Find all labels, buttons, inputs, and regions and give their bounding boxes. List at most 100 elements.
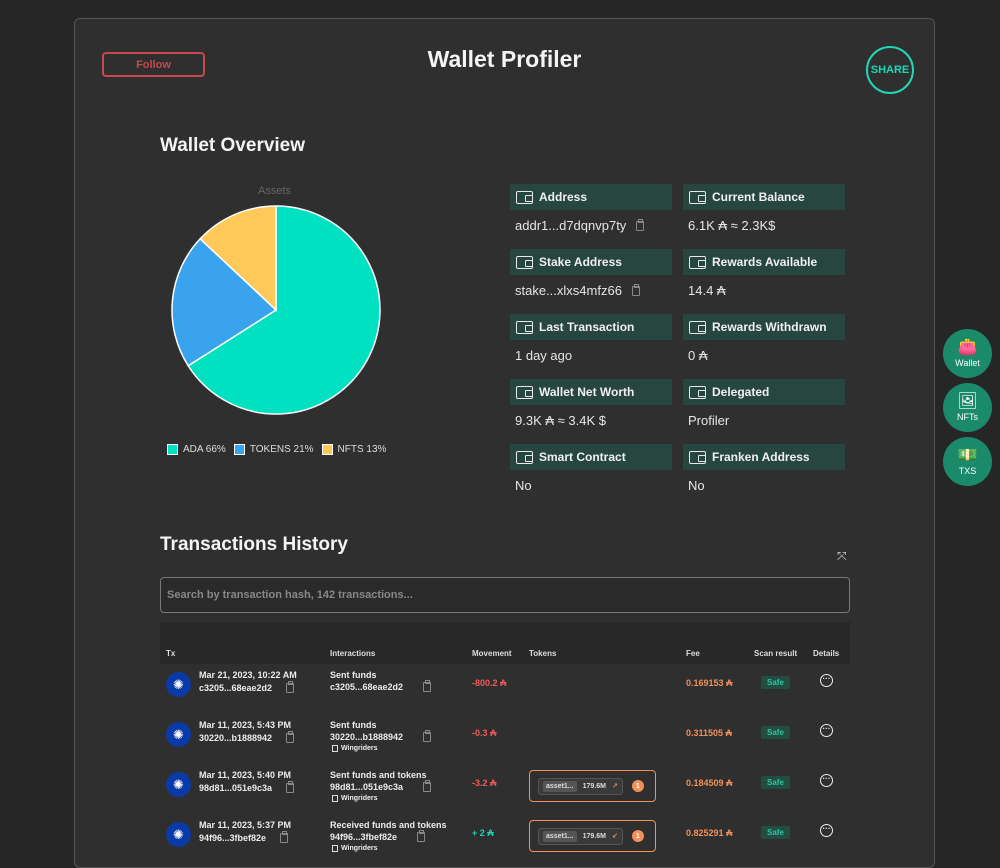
col-details: Details — [813, 649, 840, 658]
token-box[interactable]: asset1... 179.6M ↗ 1 — [529, 770, 656, 802]
info-label: Stake Address — [539, 255, 622, 269]
info-value-row: addr1...d7dqnvp7ty — [510, 218, 672, 233]
interaction-hash: 30220...b1888942 — [330, 732, 404, 742]
copy-icon[interactable] — [286, 731, 295, 743]
dapp-name: Wingriders — [341, 845, 378, 852]
details-icon[interactable]: ··· — [820, 674, 833, 687]
token-direction-icon: ↗ — [612, 783, 618, 790]
copy-icon[interactable] — [286, 681, 295, 693]
info-value: No — [688, 478, 705, 493]
wallet-overview-title: Wallet Overview — [160, 135, 306, 156]
table-row[interactable]: ✺ Mar 11, 2023, 5:37 PM 94f96...3fbef82e Re… — [160, 814, 850, 864]
token-amount: 179.6M — [582, 832, 606, 840]
info-value-row: 6.1K ₳ ≈ 2.3K$ — [683, 218, 845, 233]
details-icon[interactable]: ··· — [820, 824, 833, 837]
side-nav-txs[interactable]: 💵 TXS — [943, 437, 992, 486]
chart-title: Assets — [258, 185, 292, 197]
search-placeholder: Search by transaction hash, 142 transact… — [167, 589, 413, 601]
dapp-label: Wingriders — [332, 795, 378, 802]
interaction-hash-row: 94f96...3fbef82e — [330, 830, 426, 842]
info-last-transaction: Last Transaction 1 day ago — [510, 314, 672, 363]
legend-item: TOKENS 21% — [233, 444, 314, 455]
legend-label: NFTS 13% — [337, 444, 387, 455]
tx-hash: 98d81...051e9c3a — [199, 783, 273, 793]
info-value-row: No — [683, 478, 845, 493]
info-header: Current Balance — [683, 184, 845, 210]
info-label: Last Transaction — [539, 320, 635, 334]
share-button[interactable]: SHARE — [866, 46, 914, 94]
dapp-icon — [332, 845, 338, 852]
info-label: Current Balance — [712, 190, 805, 204]
info-value: 14.4 ₳ — [688, 283, 726, 298]
info-value: 1 day ago — [515, 348, 573, 363]
details-icon[interactable]: ··· — [820, 724, 833, 737]
info-label: Wallet Net Worth — [539, 385, 635, 399]
wallet-icon — [516, 255, 533, 269]
table-body: ✺ Mar 21, 2023, 10:22 AM c3205...68eae2d2 S… — [160, 664, 850, 864]
wallet-profiler-panel: Follow Wallet Profiler SHARE Wallet Over… — [74, 18, 935, 868]
dapp-icon — [332, 745, 338, 752]
interaction-hash-row: c3205...68eae2d2 — [330, 680, 432, 692]
info-label: Franken Address — [712, 450, 810, 464]
interaction-hash: 98d81...051e9c3a — [330, 782, 404, 792]
side-nav-label: Wallet — [955, 357, 980, 368]
table-row[interactable]: ✺ Mar 11, 2023, 5:43 PM 30220...b1888942 Se… — [160, 714, 850, 764]
info-value: Profiler — [688, 413, 730, 428]
tx-hash-row: c3205...68eae2d2 — [199, 681, 295, 693]
wallet-icon — [516, 190, 533, 204]
transactions-history-title: Transactions History — [160, 534, 348, 555]
legend-swatch — [167, 444, 178, 455]
transaction-search-input[interactable]: Search by transaction hash, 142 transact… — [160, 577, 850, 613]
tx-date: Mar 21, 2023, 10:22 AM — [199, 670, 297, 680]
info-header: Smart Contract — [510, 444, 672, 470]
copy-icon[interactable] — [423, 780, 432, 792]
copy-icon[interactable] — [631, 283, 640, 296]
movement-value: -0.3 ₳ — [472, 728, 497, 738]
wallet-icon — [689, 190, 706, 204]
copy-icon[interactable] — [280, 831, 289, 843]
expand-icon[interactable]: ⤧ — [837, 549, 847, 564]
scan-result-badge: Safe — [761, 776, 790, 789]
scan-result-badge: Safe — [761, 726, 790, 739]
side-nav-label: NFTs — [957, 411, 978, 422]
info-value-row: 1 day ago — [510, 348, 672, 363]
wallet-icon — [689, 255, 706, 269]
info-delegated: Delegated Profiler — [683, 379, 845, 428]
tx-date: Mar 11, 2023, 5:40 PM — [199, 770, 292, 780]
info-header: Rewards Withdrawn — [683, 314, 845, 340]
details-icon[interactable]: ··· — [820, 774, 833, 787]
info-value: 0 ₳ — [688, 348, 708, 363]
table-row[interactable]: ✺ Mar 11, 2023, 5:40 PM 98d81...051e9c3a Se… — [160, 764, 850, 814]
info-wallet-net-worth: Wallet Net Worth 9.3K ₳ ≈ 3.4K $ — [510, 379, 672, 428]
movement-value: -800.2 ₳ — [472, 678, 507, 688]
side-nav-nfts[interactable]: 🖼 NFTs — [943, 383, 992, 432]
info-value-row: stake...xlxs4mfz66 — [510, 283, 672, 298]
token-count-badge: 1 — [631, 780, 644, 792]
tx-hash-row: 94f96...3fbef82e — [199, 831, 289, 843]
info-header: Last Transaction — [510, 314, 672, 340]
fee-value: 0.825291 ₳ — [686, 828, 733, 838]
token-box[interactable]: asset1... 179.6M ↙ 1 — [529, 820, 656, 852]
copy-icon[interactable] — [423, 680, 432, 692]
table-row[interactable]: ✺ Mar 21, 2023, 10:22 AM c3205...68eae2d2 S… — [160, 664, 850, 714]
transactions-table: Tx Interactions Movement Tokens Fee Scan… — [160, 622, 850, 864]
wallet-icon — [689, 320, 706, 334]
copy-icon[interactable] — [286, 781, 295, 793]
info-value: No — [515, 478, 532, 493]
token-chip: asset1... 179.6M ↗ — [538, 777, 623, 795]
info-address: Address addr1...d7dqnvp7ty — [510, 184, 672, 233]
legend-item: NFTS 13% — [321, 444, 387, 455]
copy-icon[interactable] — [636, 218, 645, 231]
copy-icon[interactable] — [417, 830, 426, 842]
info-value: stake...xlxs4mfz66 — [515, 283, 622, 298]
assets-pie-chart — [171, 205, 381, 415]
col-tokens: Tokens — [529, 649, 557, 658]
tx-hash: 94f96...3fbef82e — [199, 833, 267, 843]
info-franken-address: Franken Address No — [683, 444, 845, 493]
dapp-icon — [332, 795, 338, 802]
token-asset-name: asset1... — [543, 830, 577, 842]
scan-result-badge: Safe — [761, 826, 790, 839]
interaction-hash: 94f96...3fbef82e — [330, 832, 398, 842]
side-nav-wallet[interactable]: 👛 Wallet — [943, 329, 992, 378]
copy-icon[interactable] — [423, 730, 432, 742]
